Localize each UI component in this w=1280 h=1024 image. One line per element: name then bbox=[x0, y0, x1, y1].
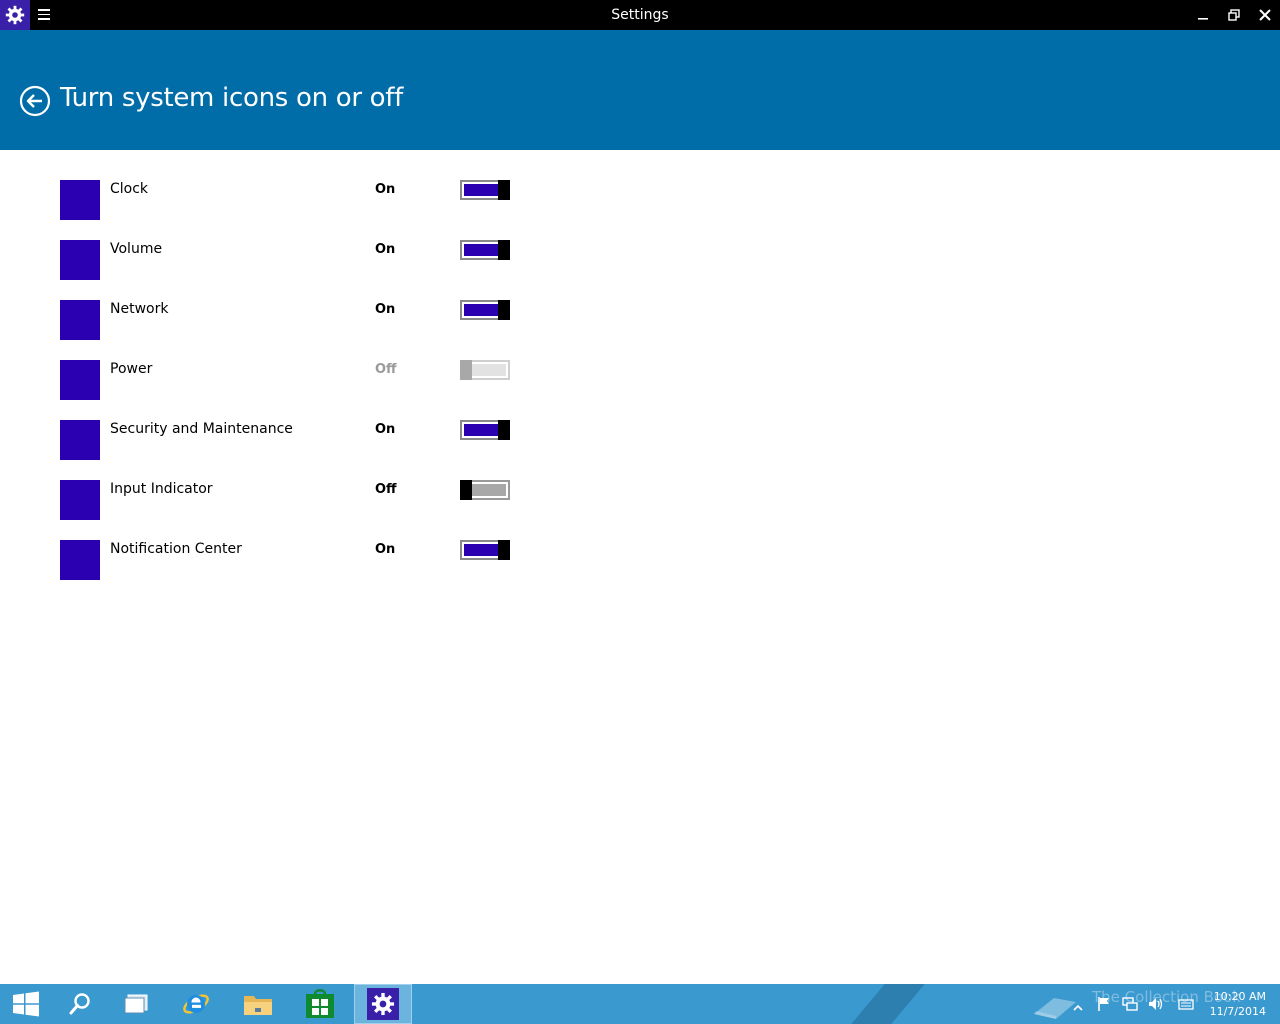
store-button[interactable] bbox=[294, 984, 346, 1024]
restore-button[interactable] bbox=[1219, 0, 1249, 30]
network-icon bbox=[60, 300, 100, 340]
setting-label: Volume bbox=[110, 241, 163, 257]
volume-icon bbox=[60, 240, 100, 280]
power-icon bbox=[60, 360, 100, 400]
security-and-maintenance-icon bbox=[60, 420, 100, 460]
setting-state: On bbox=[375, 182, 396, 197]
setting-row-clock: Clock On bbox=[60, 180, 520, 220]
setting-row-notification-center: Notification Center On bbox=[60, 540, 520, 580]
security-and-maintenance-toggle[interactable] bbox=[460, 420, 510, 440]
setting-state: Off bbox=[375, 482, 397, 497]
start-button[interactable] bbox=[0, 984, 52, 1024]
window-title: Settings bbox=[611, 7, 669, 23]
close-icon bbox=[1259, 9, 1271, 21]
back-button[interactable] bbox=[19, 85, 51, 117]
system-clock[interactable]: 10:20 AM 11/7/2014 bbox=[1196, 989, 1266, 1019]
network-toggle[interactable] bbox=[460, 300, 510, 320]
back-arrow-circle-icon bbox=[19, 85, 51, 117]
store-icon bbox=[306, 989, 334, 1018]
volume-toggle[interactable] bbox=[460, 240, 510, 260]
clock-icon bbox=[60, 180, 100, 220]
setting-row-security-and-maintenance: Security and Maintenance On bbox=[60, 420, 520, 460]
close-button[interactable] bbox=[1250, 0, 1280, 30]
network-icon[interactable] bbox=[1122, 996, 1138, 1012]
folder-icon bbox=[244, 996, 272, 1015]
volume-icon[interactable] bbox=[1148, 996, 1164, 1012]
setting-row-input-indicator: Input Indicator Off bbox=[60, 480, 520, 520]
setting-label: Security and Maintenance bbox=[110, 421, 293, 437]
minimize-button[interactable] bbox=[1188, 0, 1218, 30]
setting-state: Off bbox=[375, 362, 397, 377]
file-explorer-button[interactable] bbox=[232, 984, 284, 1024]
setting-label: Input Indicator bbox=[110, 481, 213, 497]
setting-label: Clock bbox=[110, 181, 149, 197]
gear-icon bbox=[367, 988, 399, 1020]
page-header: Turn system icons on or off bbox=[0, 30, 1280, 150]
notification-center-icon bbox=[60, 540, 100, 580]
task-view-icon bbox=[124, 994, 148, 1014]
page-title: Turn system icons on or off bbox=[60, 83, 403, 113]
notification-center-toggle[interactable] bbox=[460, 540, 510, 560]
setting-state: On bbox=[375, 422, 396, 437]
setting-row-volume: Volume On bbox=[60, 240, 520, 280]
clock-time: 10:20 AM bbox=[1213, 990, 1266, 1003]
internet-explorer-icon bbox=[183, 994, 209, 1014]
settings-button[interactable] bbox=[354, 984, 412, 1024]
input-indicator-toggle[interactable] bbox=[460, 480, 510, 500]
setting-state: On bbox=[375, 302, 396, 317]
internet-explorer-button[interactable] bbox=[170, 984, 222, 1024]
title-bar: Settings bbox=[0, 0, 1280, 30]
restore-icon bbox=[1228, 9, 1240, 21]
power-toggle bbox=[460, 360, 510, 380]
setting-label: Power bbox=[110, 361, 153, 377]
action-center-flag-icon[interactable] bbox=[1096, 996, 1112, 1012]
clock-date: 11/7/2014 bbox=[1209, 1005, 1266, 1018]
taskbar-decoration bbox=[851, 984, 925, 1024]
setting-state: On bbox=[375, 542, 396, 557]
keyboard-icon[interactable] bbox=[1178, 996, 1194, 1012]
setting-state: On bbox=[375, 242, 396, 257]
setting-label: Network bbox=[110, 301, 169, 317]
task-view-button[interactable] bbox=[110, 984, 162, 1024]
search-button[interactable] bbox=[54, 984, 106, 1024]
setting-label: Notification Center bbox=[110, 541, 242, 557]
clock-toggle[interactable] bbox=[460, 180, 510, 200]
minimize-icon bbox=[1198, 18, 1208, 20]
windows-logo-icon bbox=[13, 991, 39, 1017]
search-icon bbox=[69, 993, 90, 1015]
show-hidden-icons-icon[interactable] bbox=[1073, 998, 1083, 1011]
input-indicator-icon bbox=[60, 480, 100, 520]
setting-row-network: Network On bbox=[60, 300, 520, 340]
setting-row-power: Power Off bbox=[60, 360, 520, 400]
taskbar: The Collection Book 10:20 AM 11/7/2014 bbox=[0, 984, 1280, 1024]
